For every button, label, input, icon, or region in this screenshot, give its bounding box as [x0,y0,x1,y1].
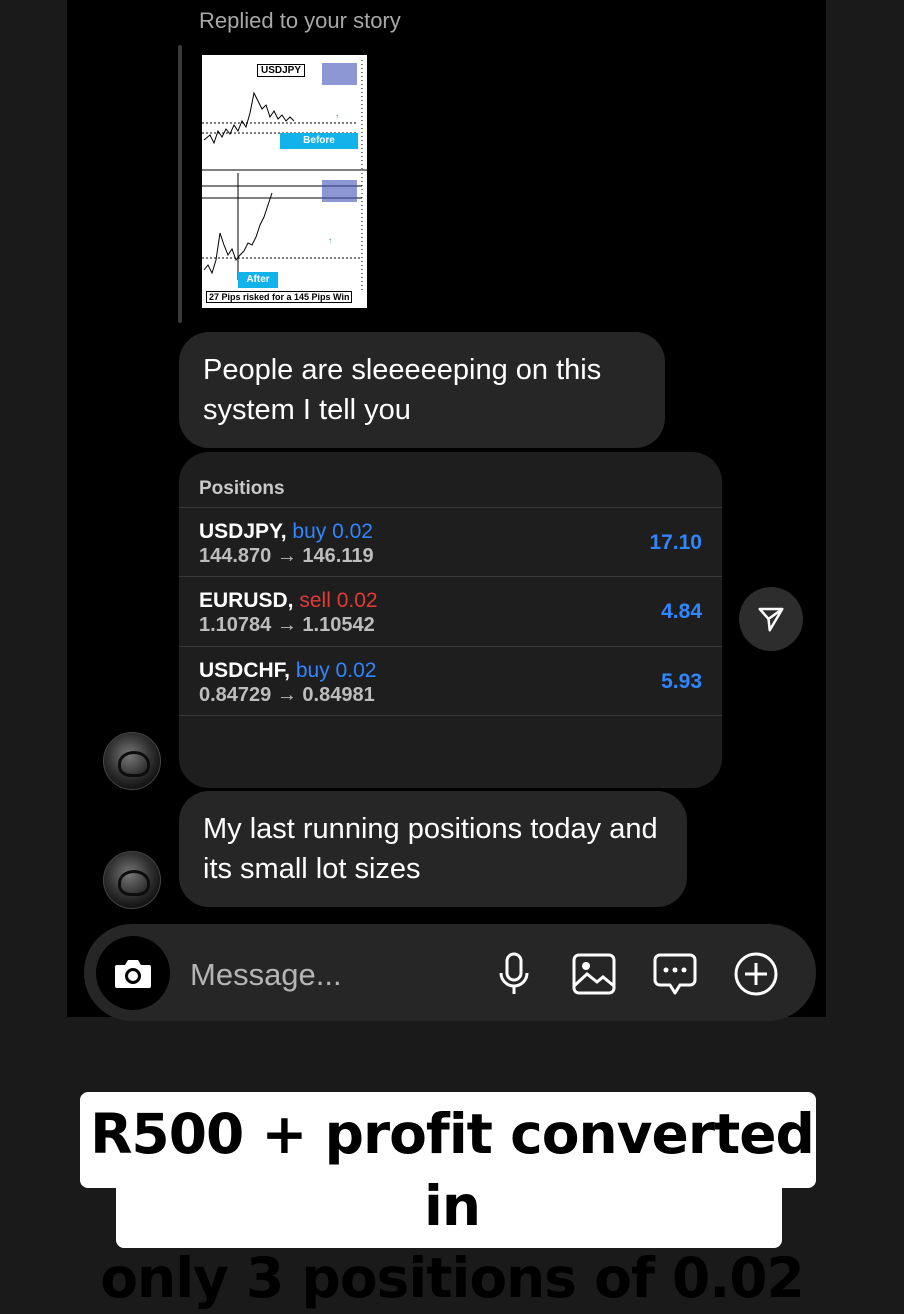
story-before-label: Before [280,133,358,149]
position-side: buy 0.02 [295,659,377,682]
positions-header: Positions [199,478,285,499]
avatar[interactable] [103,732,161,790]
gallery-icon [572,953,616,995]
caption-line-2: only 3 positions of 0.02 [100,1246,805,1310]
gallery-button[interactable] [570,950,618,998]
arrow-icon: → [276,614,297,636]
story-caption: 27 Pips risked for a 145 Pips Win [206,291,353,303]
position-profit: 17.10 [649,531,702,554]
position-symbol: EURUSD, [199,589,294,612]
plus-button[interactable] [732,950,780,998]
arrow-icon: → [276,684,297,706]
caption-text: R500 + profit converted in only 3 positi… [80,1098,824,1314]
caption-line-1: R500 + profit converted in [90,1102,815,1238]
position-current-price: 1.10542 [302,614,375,636]
sticker-icon [653,953,697,995]
camera-icon [115,960,151,988]
position-open-price: 0.84729 [199,684,272,706]
position-side: sell 0.02 [299,589,378,612]
position-current-price: 146.119 [302,545,374,567]
share-button[interactable] [739,587,803,651]
position-profit: 4.84 [661,600,702,623]
position-symbol: USDCHF, [199,659,291,682]
position-open-price: 1.10784 [199,614,272,636]
microphone-button[interactable] [490,950,538,998]
position-open-price: 144.870 [199,545,272,567]
divider [179,715,722,716]
message-composer [84,924,816,1021]
story-symbol-label: USDJPY [257,64,306,77]
story-chart: ↑ ↑ [202,55,367,308]
arrow-icon: → [276,545,297,567]
plus-icon [734,952,778,996]
position-row: EURUSD, sell 0.02 1.10784 → 1.10542 4.84 [179,576,722,646]
reply-indicator [178,45,182,323]
position-side: buy 0.02 [292,520,373,543]
story-thumbnail[interactable]: ↑ ↑ USDJPY Before After 27 Pips risked f… [202,55,367,308]
svg-text:↑: ↑ [335,112,339,121]
message-input[interactable] [188,952,482,998]
svg-text:↑: ↑ [328,236,332,245]
camera-button[interactable] [96,936,170,1010]
position-row: USDJPY, buy 0.02 144.870 → 146.119 17.10 [179,507,722,577]
position-row: USDCHF, buy 0.02 0.84729 → 0.84981 5.93 [179,646,722,716]
send-icon [758,607,784,632]
position-profit: 5.93 [661,670,702,693]
sticker-button[interactable] [651,950,699,998]
position-current-price: 0.84981 [302,684,375,706]
story-after-label: After [238,272,278,288]
chat-screen: Replied to your story ↑ ↑ USDJPY Before … [67,0,826,1017]
avatar[interactable] [103,851,161,909]
position-symbol: USDJPY, [199,520,287,543]
positions-screenshot[interactable]: Positions USDJPY, buy 0.02 144.870 → 146… [179,452,722,788]
replied-label: Replied to your story [199,8,401,33]
message-bubble[interactable]: People are sleeeeeping on this system I … [179,332,665,448]
microphone-icon [499,952,529,994]
message-bubble[interactable]: My last running positions today and its … [179,791,687,907]
